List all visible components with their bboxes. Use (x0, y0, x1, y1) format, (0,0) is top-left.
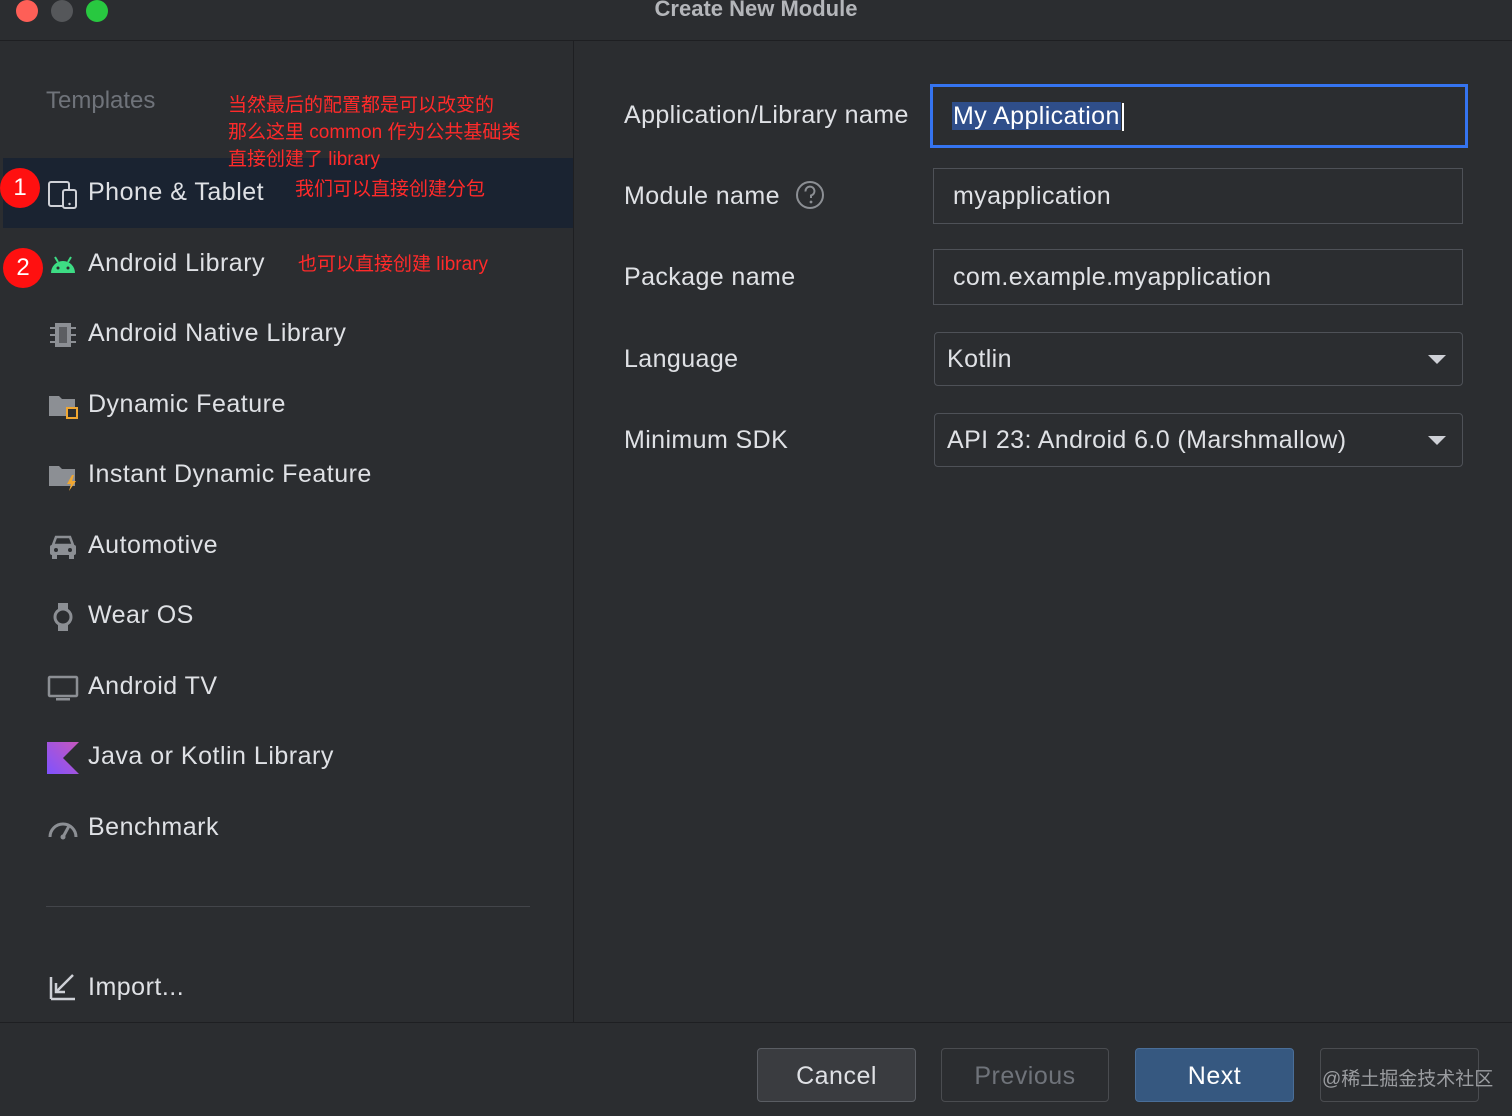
dialog-footer: Cancel Previous Next @稀土掘金技术社区 (0, 1022, 1512, 1116)
android-icon (47, 249, 79, 281)
template-benchmark[interactable]: Benchmark (3, 793, 573, 863)
window-title: Create New Module (654, 0, 858, 21)
template-label: Phone & Tablet (88, 178, 265, 206)
package-name-label: Package name (624, 263, 796, 291)
template-automotive[interactable]: Automotive (3, 511, 573, 581)
import-item[interactable]: Import... (3, 951, 573, 1021)
dynamic-feature-folder-icon (47, 390, 79, 422)
help-icon[interactable] (795, 180, 824, 209)
annotation-badge-2: 2 (3, 248, 43, 288)
native-library-icon (47, 319, 79, 351)
min-sdk-select[interactable]: API 23: Android 6.0 (Marshmallow) (934, 413, 1463, 467)
template-label: Android Native Library (88, 319, 347, 347)
module-name-label: Module name (624, 182, 780, 210)
template-android-native-library[interactable]: Android Native Library (3, 299, 573, 369)
template-wear-os[interactable]: Wear OS (3, 581, 573, 651)
template-label: Java or Kotlin Library (88, 742, 334, 770)
template-instant-dynamic-feature[interactable]: Instant Dynamic Feature (3, 440, 573, 510)
tv-icon (47, 672, 79, 704)
annotation-note-library: 也可以直接创建 library (298, 254, 489, 275)
package-name-input[interactable]: com.example.myapplication (933, 249, 1463, 305)
gauge-icon (47, 813, 79, 845)
app-name-label: Application/Library name (624, 101, 909, 129)
min-sdk-value: API 23: Android 6.0 (Marshmallow) (947, 426, 1347, 454)
kotlin-icon (47, 742, 79, 774)
annotation-note-line-2: 那么这里 common 作为公共基础类 (228, 122, 521, 143)
min-sdk-label: Minimum SDK (624, 426, 789, 454)
language-label: Language (624, 345, 739, 373)
module-name-input[interactable]: myapplication (933, 168, 1463, 224)
annotation-note-line-1: 当然最后的配置都是可以改变的 (228, 95, 495, 116)
sidebar-divider (46, 906, 530, 907)
car-icon (47, 531, 79, 563)
template-label: Dynamic Feature (88, 390, 286, 418)
templates-heading: Templates (46, 87, 156, 114)
cancel-button[interactable]: Cancel (757, 1048, 916, 1102)
instant-feature-folder-icon (47, 460, 79, 492)
previous-button[interactable]: Previous (941, 1048, 1109, 1102)
title-bar: Create New Module (0, 0, 1512, 41)
chevron-down-icon (1428, 355, 1446, 364)
text-caret (1121, 103, 1124, 132)
next-button[interactable]: Next (1135, 1048, 1294, 1102)
app-name-value: My Application (952, 102, 1121, 130)
import-label: Import... (88, 973, 185, 1001)
import-arrow-icon (47, 971, 79, 1003)
template-label: Instant Dynamic Feature (88, 460, 372, 488)
annotation-note-line-3: 直接创建了 library (228, 149, 381, 170)
template-label: Benchmark (88, 813, 219, 841)
app-name-input[interactable]: My Application (930, 84, 1468, 148)
language-value: Kotlin (947, 345, 1012, 373)
template-dynamic-feature[interactable]: Dynamic Feature (3, 370, 573, 440)
watermark: @稀土掘金技术社区 (1322, 1069, 1494, 1090)
chevron-down-icon (1428, 436, 1446, 445)
template-java-kotlin-library[interactable]: Java or Kotlin Library (3, 722, 573, 792)
watch-icon (47, 601, 79, 633)
annotation-badge-1: 1 (0, 168, 40, 208)
template-android-tv[interactable]: Android TV (3, 652, 573, 722)
template-label: Automotive (88, 531, 219, 559)
annotation-note-phone: 我们可以直接创建分包 (295, 179, 486, 200)
language-select[interactable]: Kotlin (934, 332, 1463, 386)
template-label: Wear OS (88, 601, 194, 629)
templates-panel: Templates Phone & Tablet Android Library… (3, 41, 574, 1022)
template-label: Android Library (88, 249, 266, 277)
template-label: Android TV (88, 672, 218, 700)
phone-tablet-icon (47, 178, 79, 210)
